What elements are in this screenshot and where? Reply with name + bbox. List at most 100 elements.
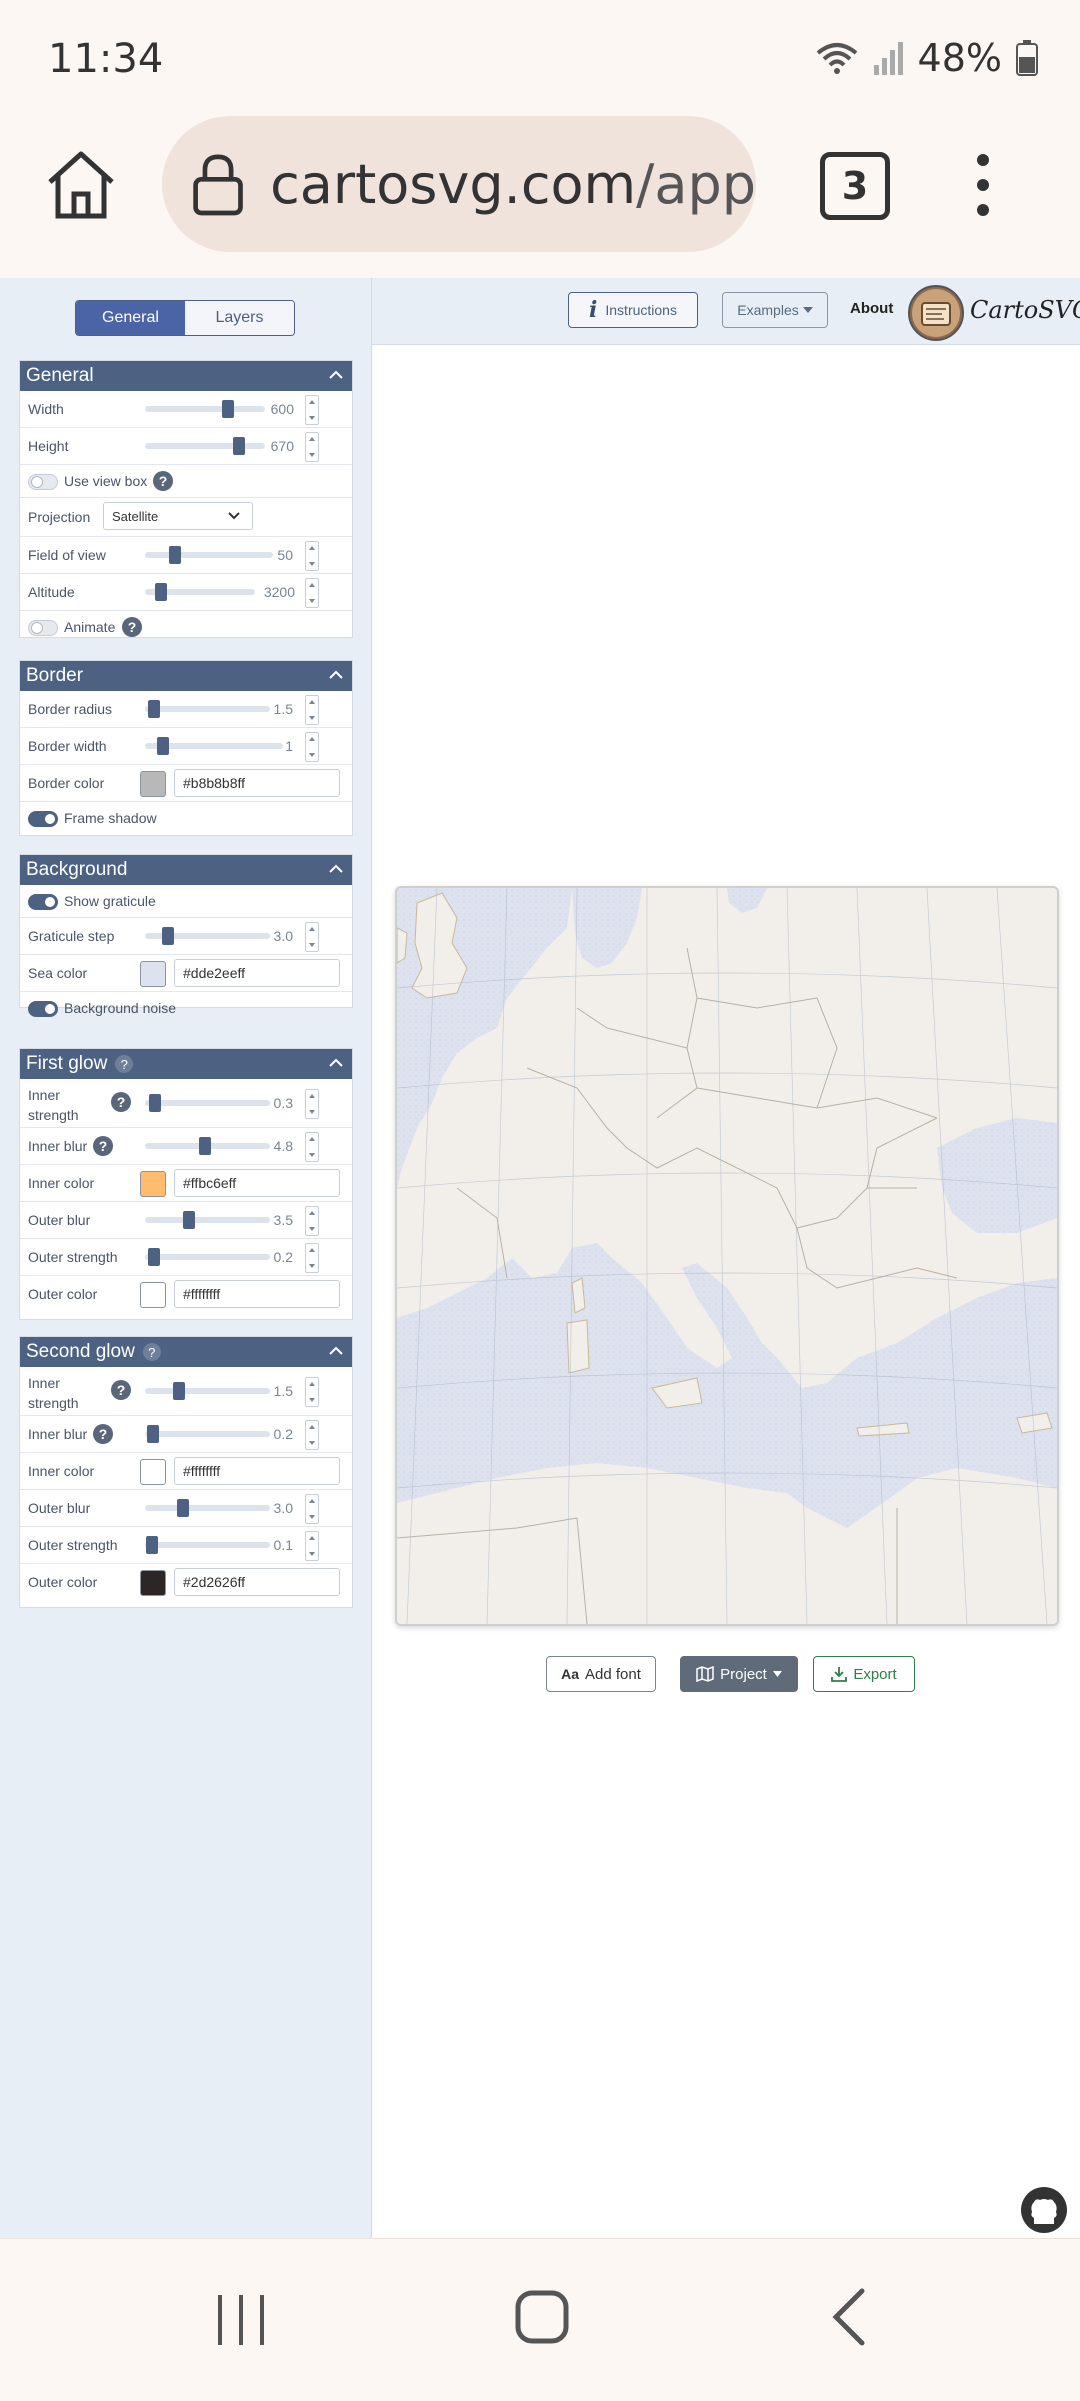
fg-outer-blur-slider[interactable] — [145, 1217, 270, 1223]
fg-outer-blur-spinner[interactable] — [305, 1206, 319, 1236]
home-nav-icon[interactable] — [514, 2289, 570, 2345]
fov-slider-thumb[interactable] — [169, 546, 181, 564]
fov-slider[interactable] — [145, 552, 273, 558]
sea-color-input[interactable]: #dde2eeff — [174, 959, 340, 987]
tab-general[interactable]: General — [76, 301, 185, 335]
second-glow-panel-header[interactable]: Second glow ? — [20, 1337, 352, 1367]
border-radius-slider[interactable] — [145, 706, 270, 712]
help-icon[interactable]: ? — [93, 1424, 113, 1444]
fg-outer-color-swatch[interactable] — [140, 1282, 166, 1308]
help-icon[interactable]: ? — [142, 1343, 161, 1361]
help-icon[interactable]: ? — [93, 1136, 113, 1156]
sg-inner-blur-slider[interactable] — [145, 1431, 270, 1437]
border-width-slider-thumb[interactable] — [157, 737, 169, 755]
projection-select[interactable]: Satellite — [103, 502, 253, 530]
fg-inner-blur-slider-thumb[interactable] — [199, 1137, 211, 1155]
fg-outer-strength-spinner[interactable] — [305, 1243, 319, 1273]
cartosvg-logo — [908, 285, 964, 341]
altitude-row: Altitude 3200 — [20, 574, 352, 611]
sg-inner-color-input[interactable]: #ffffffff — [174, 1457, 340, 1485]
sg-outer-strength-slider[interactable] — [145, 1542, 270, 1548]
width-spinner[interactable] — [305, 395, 319, 425]
project-dropdown[interactable]: Project — [680, 1656, 798, 1692]
first-glow-panel-header[interactable]: First glow ? — [20, 1049, 352, 1079]
altitude-spinner[interactable] — [305, 578, 319, 608]
fg-inner-blur-spinner[interactable] — [305, 1132, 319, 1162]
border-panel-header[interactable]: Border — [20, 661, 352, 691]
back-icon[interactable] — [828, 2287, 868, 2347]
sg-inner-strength-slider-thumb[interactable] — [173, 1382, 185, 1400]
height-spinner[interactable] — [305, 432, 319, 462]
github-icon[interactable] — [1020, 2186, 1068, 2234]
altitude-slider-thumb[interactable] — [155, 583, 167, 601]
more-menu-icon[interactable] — [968, 150, 998, 220]
fg-outer-color-label: Outer color — [28, 1286, 98, 1302]
graticule-toggle[interactable] — [28, 894, 58, 910]
export-label: Export — [853, 1665, 897, 1683]
border-color-swatch[interactable] — [140, 771, 166, 797]
sg-outer-blur-slider-thumb[interactable] — [177, 1499, 189, 1517]
height-slider-thumb[interactable] — [233, 437, 245, 455]
sea-color-swatch[interactable] — [140, 961, 166, 987]
sg-inner-blur-spinner[interactable] — [305, 1420, 319, 1450]
map-preview[interactable] — [395, 886, 1059, 1626]
height-slider[interactable] — [145, 443, 265, 449]
border-color-input[interactable]: #b8b8b8ff — [174, 769, 340, 797]
main-content: i Instructions Examples About CartoSVG A… — [372, 278, 1080, 2238]
tab-switcher-button[interactable]: 3 — [820, 152, 890, 220]
fg-outer-strength-slider-thumb[interactable] — [148, 1248, 160, 1266]
background-panel-header[interactable]: Background — [20, 855, 352, 885]
graticule-step-spinner[interactable] — [305, 922, 319, 952]
width-slider[interactable] — [145, 406, 265, 412]
sg-outer-blur-slider[interactable] — [145, 1505, 270, 1511]
help-icon[interactable]: ? — [111, 1380, 131, 1400]
brand-name: CartoSVG — [970, 296, 1080, 324]
fov-label: Field of view — [28, 547, 106, 563]
tab-layers[interactable]: Layers — [185, 301, 294, 335]
fg-outer-strength-slider[interactable] — [145, 1254, 270, 1260]
instructions-button[interactable]: i Instructions — [568, 292, 698, 328]
sg-outer-color-swatch[interactable] — [140, 1570, 166, 1596]
fg-outer-blur-slider-thumb[interactable] — [183, 1211, 195, 1229]
animate-toggle[interactable] — [28, 620, 58, 636]
sg-inner-blur-slider-thumb[interactable] — [147, 1425, 159, 1443]
sg-inner-strength-slider[interactable] — [145, 1388, 270, 1394]
border-width-spinner[interactable] — [305, 732, 319, 762]
address-bar[interactable]: cartosvg.com/app — [162, 116, 756, 252]
sg-outer-strength-spinner[interactable] — [305, 1531, 319, 1561]
graticule-row: Show graticule — [20, 885, 352, 918]
fg-inner-color-swatch[interactable] — [140, 1171, 166, 1197]
sg-outer-blur-spinner[interactable] — [305, 1494, 319, 1524]
width-slider-thumb[interactable] — [222, 400, 234, 418]
fov-spinner[interactable] — [305, 541, 319, 571]
sg-outer-strength-slider-thumb[interactable] — [146, 1536, 158, 1554]
help-icon[interactable]: ? — [111, 1092, 131, 1112]
help-icon[interactable]: ? — [115, 1055, 134, 1073]
width-row: Width 600 — [20, 391, 352, 428]
fg-outer-color-input[interactable]: #ffffffff — [174, 1280, 340, 1308]
fg-inner-strength-slider[interactable] — [145, 1100, 270, 1106]
graticule-step-slider-thumb[interactable] — [162, 927, 174, 945]
examples-dropdown[interactable]: Examples — [722, 292, 828, 328]
add-font-button[interactable]: Aa Add font — [546, 1656, 656, 1692]
help-icon[interactable]: ? — [153, 471, 173, 491]
sg-outer-color-input[interactable]: #2d2626ff — [174, 1568, 340, 1596]
viewbox-toggle[interactable] — [28, 474, 58, 490]
about-link[interactable]: About — [850, 300, 893, 317]
help-icon[interactable]: ? — [122, 617, 142, 637]
border-radius-spinner[interactable] — [305, 695, 319, 725]
fg-inner-strength-spinner[interactable] — [305, 1089, 319, 1119]
export-button[interactable]: Export — [813, 1656, 915, 1692]
border-radius-slider-thumb[interactable] — [148, 700, 160, 718]
noise-toggle[interactable] — [28, 1001, 58, 1017]
recent-apps-icon[interactable] — [214, 2293, 268, 2347]
instructions-label: Instructions — [605, 302, 677, 318]
sg-inner-strength-spinner[interactable] — [305, 1377, 319, 1407]
sg-inner-color-swatch[interactable] — [140, 1459, 166, 1485]
general-panel-header[interactable]: General — [20, 361, 352, 391]
background-panel: Background Show graticule Graticule step… — [19, 854, 353, 1017]
fg-inner-color-input[interactable]: #ffbc6eff — [174, 1169, 340, 1197]
fg-inner-strength-slider-thumb[interactable] — [149, 1094, 161, 1112]
home-icon[interactable] — [44, 148, 118, 222]
frame-shadow-toggle[interactable] — [28, 811, 58, 827]
